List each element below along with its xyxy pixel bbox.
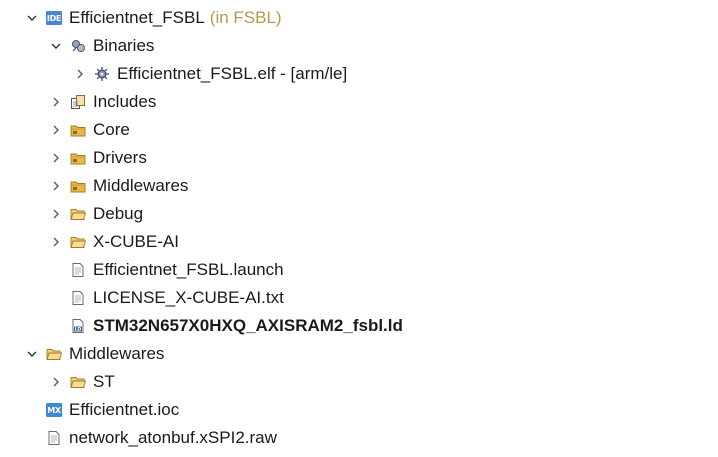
chevron-right-icon[interactable] <box>48 374 64 390</box>
tree-item-label: Includes <box>93 92 157 111</box>
source-folder-icon <box>70 150 86 166</box>
tree-item-binaries[interactable]: Binaries <box>0 32 718 60</box>
tree-item-label: Efficientnet.ioc <box>69 400 180 419</box>
chevron-right-icon[interactable] <box>48 206 64 222</box>
chevron-right-icon[interactable] <box>48 94 64 110</box>
tree-item-label: Drivers <box>93 148 147 167</box>
tree-item-drivers[interactable]: Drivers <box>0 144 718 172</box>
chevron-right-icon[interactable] <box>48 234 64 250</box>
tree-item-label: network_atonbuf.xSPI2.raw <box>69 428 277 447</box>
tree-item-label: Middlewares <box>93 176 189 195</box>
linker-script-badge-text: LD <box>75 327 82 333</box>
chevron-right-icon[interactable] <box>48 150 64 166</box>
tree-item-label: Binaries <box>93 36 155 55</box>
ide-project-icon: IDE <box>46 10 62 26</box>
tree-item-ioc-file[interactable]: MX Efficientnet.ioc <box>0 396 718 424</box>
tree-item-label: Debug <box>93 204 144 223</box>
file-icon <box>46 430 62 446</box>
file-icon <box>70 262 86 278</box>
text-file-icon <box>70 290 86 306</box>
chevron-down-icon[interactable] <box>24 346 40 362</box>
folder-icon <box>70 206 86 222</box>
tree-item-middlewares[interactable]: Middlewares <box>0 340 718 368</box>
folder-icon <box>70 234 86 250</box>
tree-item-st[interactable]: ST <box>0 368 718 396</box>
chevron-down-icon[interactable] <box>48 38 64 54</box>
tree-item-label: X-CUBE-AI <box>93 232 179 251</box>
tree-item-middlewares-source[interactable]: Middlewares <box>0 172 718 200</box>
includes-icon <box>70 94 86 110</box>
tree-item-core[interactable]: Core <box>0 116 718 144</box>
tree-item-debug[interactable]: Debug <box>0 200 718 228</box>
project-explorer-tree: IDE Efficientnet_FSBL (in FSBL) Binaries <box>0 0 718 457</box>
tree-item-label: Core <box>93 120 130 139</box>
tree-item-license-file[interactable]: LICENSE_X-CUBE-AI.txt <box>0 284 718 312</box>
open-folder-icon <box>46 346 62 362</box>
chevron-right-icon[interactable] <box>48 178 64 194</box>
chevron-right-icon[interactable] <box>48 122 64 138</box>
source-folder-icon <box>70 122 86 138</box>
cubemx-icon: MX <box>46 402 62 418</box>
binaries-icon <box>70 38 86 54</box>
tree-item-label: Efficientnet_FSBL.launch <box>93 260 284 279</box>
tree-item-linker-script[interactable]: LD STM32N657X0HXQ_AXISRAM2_fsbl.ld <box>0 312 718 340</box>
tree-item-label: ST <box>93 372 115 391</box>
tree-item-raw-file[interactable]: network_atonbuf.xSPI2.raw <box>0 424 718 452</box>
source-folder-icon <box>70 178 86 194</box>
folder-icon <box>70 374 86 390</box>
chevron-right-icon[interactable] <box>72 66 88 82</box>
chevron-down-icon[interactable] <box>24 10 40 26</box>
tree-item-launch-file[interactable]: Efficientnet_FSBL.launch <box>0 256 718 284</box>
project-qualifier: (in FSBL) <box>209 8 282 27</box>
tree-item-label: Efficientnet_FSBL.elf - [arm/le] <box>117 64 348 83</box>
tree-item-xcubeai[interactable]: X-CUBE-AI <box>0 228 718 256</box>
tree-item-label: LICENSE_X-CUBE-AI.txt <box>93 288 284 307</box>
tree-item-label: Efficientnet_FSBL <box>69 8 205 27</box>
tree-item-elf[interactable]: Efficientnet_FSBL.elf - [arm/le] <box>0 60 718 88</box>
binary-gear-icon <box>94 66 110 82</box>
tree-item-label: STM32N657X0HXQ_AXISRAM2_fsbl.ld <box>93 316 403 335</box>
tree-item-includes[interactable]: Includes <box>0 88 718 116</box>
tree-item-project-root[interactable]: IDE Efficientnet_FSBL (in FSBL) <box>0 4 718 32</box>
tree-item-label: Middlewares <box>69 344 165 363</box>
linker-script-icon: LD <box>70 318 86 334</box>
